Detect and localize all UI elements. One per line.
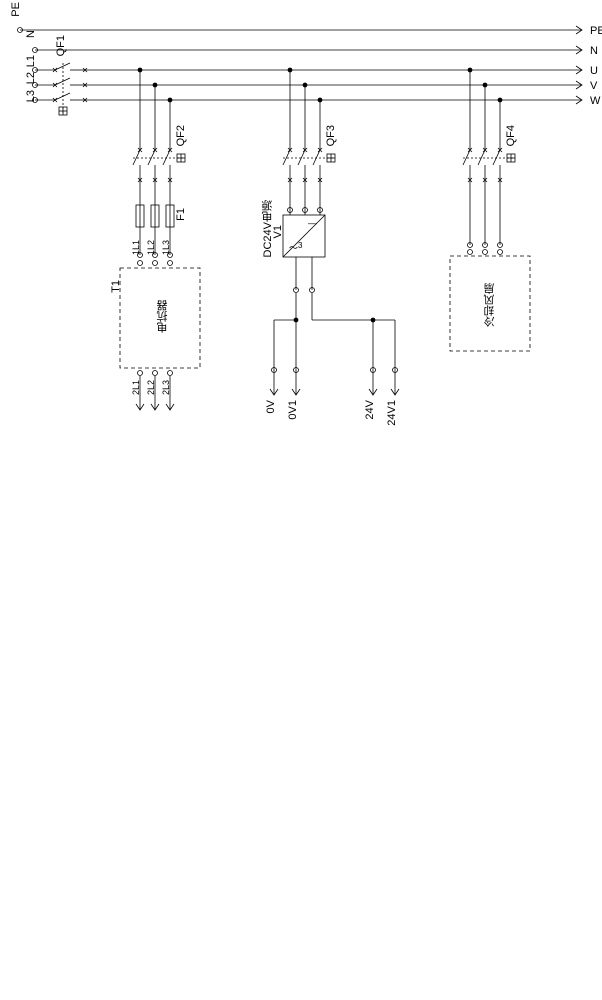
label-f1: F1	[175, 208, 187, 221]
fuse-f1	[136, 205, 174, 227]
breaker-qf4	[463, 148, 515, 182]
input-n: N	[25, 30, 37, 38]
input-l1: L1	[25, 55, 37, 67]
label-0v1: 0V1	[287, 400, 299, 420]
bus-label-pe: PE	[590, 25, 602, 37]
branch-dc24v	[270, 68, 399, 395]
label-dc24-name: DC24V电源	[260, 200, 276, 257]
psu-dc-sym: —	[308, 218, 317, 228]
bus-label-u: U	[590, 65, 598, 77]
label-1l1: 1L1	[131, 240, 141, 255]
label-qf1: QF1	[55, 35, 67, 56]
label-t1: T1	[110, 280, 122, 293]
label-2l3: 2L3	[161, 380, 171, 395]
label-qf2: QF2	[175, 125, 187, 146]
label-1l2: 1L2	[146, 240, 156, 255]
input-pe: PE	[10, 2, 22, 17]
label-2l2: 2L2	[146, 380, 156, 395]
psu-3ph: 3	[298, 241, 302, 250]
label-qf4: QF4	[505, 125, 517, 146]
label-reactor-name: 电抗器	[155, 300, 171, 333]
input-l3: L3	[25, 90, 37, 102]
schematic-canvas	[0, 0, 602, 1000]
label-24v1: 24V1	[386, 400, 398, 426]
label-1l3: 1L3	[161, 240, 171, 255]
breaker-qf2	[133, 148, 185, 182]
label-24v: 24V	[364, 400, 376, 420]
breaker-qf1	[53, 63, 87, 115]
label-0v: 0V	[265, 400, 277, 413]
psu-ac-sym: ～	[289, 241, 298, 254]
bus-label-n: N	[590, 45, 598, 57]
label-fan-name: 冷却风扇	[482, 283, 498, 327]
bus-label-w: W	[590, 95, 600, 107]
breaker-qf3	[283, 148, 335, 182]
label-qf3: QF3	[325, 125, 337, 146]
label-2l1: 2L1	[131, 380, 141, 395]
input-l2: L2	[25, 72, 37, 84]
branch-reactor	[120, 68, 200, 410]
bus-label-v: V	[590, 80, 597, 92]
